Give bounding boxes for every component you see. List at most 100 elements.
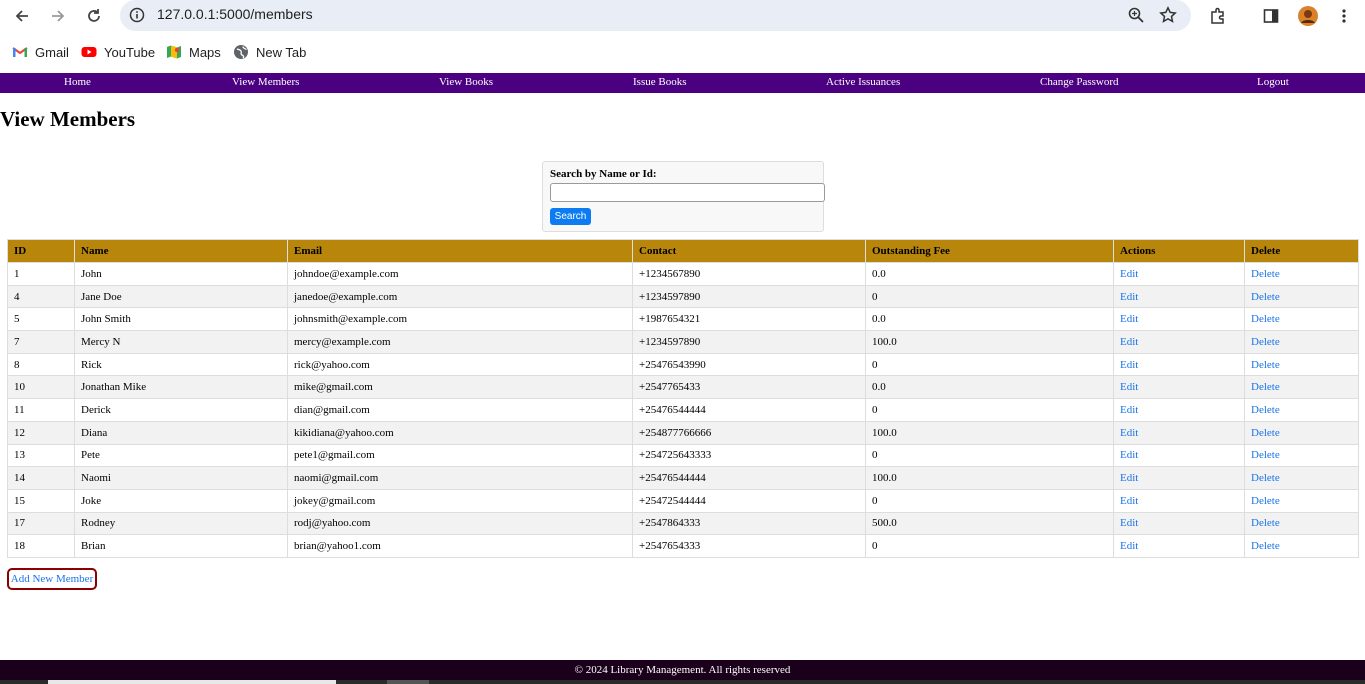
page-title: View Members — [0, 107, 136, 131]
edit-link[interactable]: Edit — [1113, 466, 1245, 490]
bookmark-label: Gmail — [35, 44, 69, 60]
cell-name: Brian — [74, 534, 288, 558]
cell-name: Jane Doe — [74, 284, 288, 309]
delete-link[interactable]: Delete — [1244, 262, 1359, 286]
cell-outstanding-fee: 0.0 — [865, 307, 1114, 332]
nav-view-members[interactable]: View Members — [232, 76, 299, 88]
back-icon[interactable] — [10, 4, 34, 28]
reload-icon[interactable] — [82, 4, 106, 28]
edit-link[interactable]: Edit — [1113, 330, 1245, 354]
cell-name: Naomi — [74, 466, 288, 490]
profile-avatar[interactable] — [1296, 4, 1320, 28]
url-text: 127.0.0.1:5000/members — [157, 6, 313, 22]
nav-change-password[interactable]: Change Password — [1040, 76, 1119, 88]
edit-link[interactable]: Edit — [1113, 511, 1245, 536]
cell-id: 1 — [7, 262, 75, 286]
delete-link[interactable]: Delete — [1244, 443, 1359, 468]
cell-name: Diana — [74, 420, 288, 445]
nav-view-books[interactable]: View Books — [439, 76, 493, 88]
edit-link[interactable]: Edit — [1113, 284, 1245, 309]
cell-contact: +25476543990 — [632, 352, 866, 377]
bookmark-gmail[interactable]: Gmail — [12, 44, 69, 60]
bookmark-maps[interactable]: Maps — [166, 44, 221, 60]
edit-link[interactable]: Edit — [1113, 488, 1245, 513]
cell-id: 17 — [7, 511, 75, 536]
cell-contact: +1987654321 — [632, 307, 866, 332]
search-button[interactable]: Search — [550, 208, 591, 225]
cell-outstanding-fee: 0 — [865, 488, 1114, 513]
cell-contact: +1234597890 — [632, 284, 866, 309]
delete-link[interactable]: Delete — [1244, 420, 1359, 445]
cell-id: 5 — [7, 307, 75, 332]
cell-name: Mercy N — [74, 330, 288, 354]
edit-link[interactable]: Edit — [1113, 375, 1245, 400]
delete-link[interactable]: Delete — [1244, 488, 1359, 513]
edit-link[interactable]: Edit — [1113, 443, 1245, 468]
taskbar-item — [387, 680, 429, 684]
table-row: 11 Derick dian@gmail.com +25476544444 0 Edit D… — [7, 398, 1359, 422]
search-input[interactable] — [550, 183, 825, 202]
nav-home[interactable]: Home — [64, 76, 91, 88]
cell-email: janedoe@example.com — [287, 284, 633, 309]
cell-email: rodj@yahoo.com — [287, 511, 633, 536]
cell-outstanding-fee: 100.0 — [865, 466, 1114, 490]
cell-id: 7 — [7, 330, 75, 354]
delete-link[interactable]: Delete — [1244, 330, 1359, 354]
edit-link[interactable]: Edit — [1113, 534, 1245, 558]
bookmark-star-icon[interactable] — [1159, 6, 1177, 24]
edit-link[interactable]: Edit — [1113, 307, 1245, 332]
site-info-icon[interactable] — [129, 7, 145, 23]
nav-logout[interactable]: Logout — [1257, 76, 1289, 88]
cell-email: naomi@gmail.com — [287, 466, 633, 490]
bookmark-new-tab[interactable]: New Tab — [233, 44, 306, 60]
side-panel-icon[interactable] — [1259, 4, 1283, 28]
menu-icon[interactable] — [1332, 4, 1356, 28]
bookmarks-bar: Gmail YouTube Maps New Tab — [0, 36, 1365, 72]
cell-id: 12 — [7, 420, 75, 445]
cell-name: Joke — [74, 488, 288, 513]
delete-link[interactable]: Delete — [1244, 375, 1359, 400]
column-header-name: Name — [74, 239, 288, 263]
cell-contact: +2547765433 — [632, 375, 866, 400]
extensions-icon[interactable] — [1206, 4, 1230, 28]
cell-outstanding-fee: 100.0 — [865, 420, 1114, 445]
add-new-member-button[interactable]: Add New Member — [7, 568, 97, 590]
edit-link[interactable]: Edit — [1113, 352, 1245, 377]
delete-link[interactable]: Delete — [1244, 307, 1359, 332]
column-header-outstanding-fee: Outstanding Fee — [865, 239, 1114, 263]
footer: © 2024 Library Management. All rights re… — [0, 660, 1365, 680]
cell-email: johndoe@example.com — [287, 262, 633, 286]
nav-issue-books[interactable]: Issue Books — [633, 76, 686, 88]
nav-active-issuances[interactable]: Active Issuances — [826, 76, 900, 88]
cell-contact: +254725643333 — [632, 443, 866, 468]
cell-name: Rick — [74, 352, 288, 377]
cell-id: 14 — [7, 466, 75, 490]
delete-link[interactable]: Delete — [1244, 284, 1359, 309]
members-table: ID Name Email Contact Outstanding Fee Ac… — [7, 239, 1359, 558]
table-row: 4 Jane Doe janedoe@example.com +1234597890 0… — [7, 284, 1359, 309]
cell-outstanding-fee: 0 — [865, 284, 1114, 309]
column-header-contact: Contact — [632, 239, 866, 263]
delete-link[interactable]: Delete — [1244, 534, 1359, 558]
edit-link[interactable]: Edit — [1113, 420, 1245, 445]
cell-email: brian@yahoo1.com — [287, 534, 633, 558]
edit-link[interactable]: Edit — [1113, 398, 1245, 422]
table-row: 18 Brian brian@yahoo1.com +2547654333 0 Edit D… — [7, 534, 1359, 558]
youtube-icon — [81, 44, 97, 60]
table-row: 13 Pete pete1@gmail.com +254725643333 0 Edit D… — [7, 443, 1359, 468]
zoom-icon[interactable] — [1127, 6, 1145, 24]
cell-name: John Smith — [74, 307, 288, 332]
cell-email: mercy@example.com — [287, 330, 633, 354]
bookmark-label: New Tab — [256, 44, 307, 60]
address-bar[interactable]: 127.0.0.1:5000/members — [120, 0, 1191, 31]
delete-link[interactable]: Delete — [1244, 352, 1359, 377]
bookmark-youtube[interactable]: YouTube — [81, 44, 155, 60]
cell-name: John — [74, 262, 288, 286]
delete-link[interactable]: Delete — [1244, 466, 1359, 490]
forward-icon[interactable] — [46, 4, 70, 28]
cell-name: Rodney — [74, 511, 288, 536]
delete-link[interactable]: Delete — [1244, 398, 1359, 422]
delete-link[interactable]: Delete — [1244, 511, 1359, 536]
edit-link[interactable]: Edit — [1113, 262, 1245, 286]
bookmark-label: Maps — [189, 44, 221, 60]
